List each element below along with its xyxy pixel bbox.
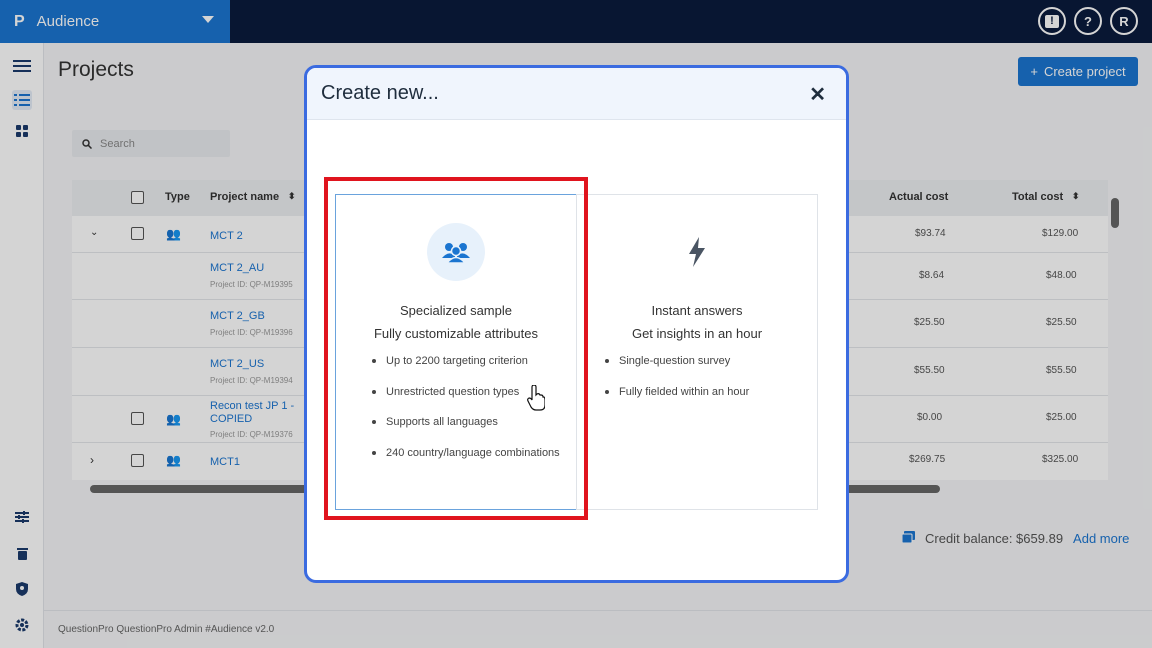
feature-list: Single-question survey Fully fielded wit… [605,351,817,412]
instant-answers-card[interactable]: Instant answers Get insights in an hour … [576,194,818,510]
list-item: Fully fielded within an hour [605,382,817,413]
selection-highlight [324,177,588,520]
card-subtitle: Get insights in an hour [631,326,763,341]
close-icon[interactable]: ✕ [809,82,826,107]
hand-cursor-icon [527,384,546,416]
card-title: Instant answers [651,303,743,318]
lightning-icon [668,223,726,281]
list-item: Single-question survey [605,351,817,382]
dialog-header: Create new... ✕ [307,68,846,120]
dialog-title: Create new... [321,82,439,104]
